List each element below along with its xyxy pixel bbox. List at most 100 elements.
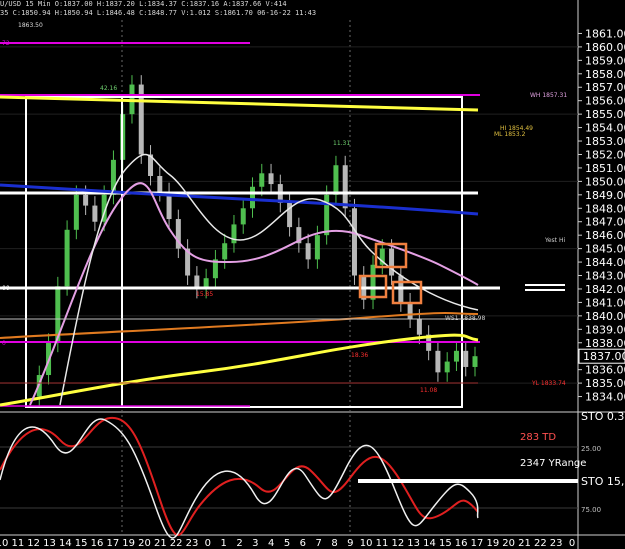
candle-body xyxy=(314,235,320,260)
level-25-label: 25.00 xyxy=(581,445,601,453)
candle-body xyxy=(351,208,357,276)
time-tick-label: 23 xyxy=(550,538,563,549)
candle-body xyxy=(73,194,79,230)
price-tick-label: 1843.00 xyxy=(585,270,625,283)
overlays: 1863.50 42.16 11.31 15.85 18.36 11.08 WS1 1838… xyxy=(0,22,567,408)
candle-body xyxy=(444,361,450,373)
level-75-label: 75.00 xyxy=(581,506,601,514)
sto-top-label: STO 0.3 xyxy=(581,410,624,423)
price-tick-label: 1841.00 xyxy=(585,296,625,309)
price-tick-label: 1846.00 xyxy=(585,229,625,242)
candle-body xyxy=(453,350,459,362)
blue-moving-average xyxy=(0,183,479,216)
candle-body xyxy=(157,176,163,193)
price-tick-label: 1858.00 xyxy=(585,68,625,81)
yrange-label: 2347 YRange xyxy=(520,458,586,469)
price-tick-label: 1850.00 xyxy=(585,175,625,188)
time-axis: 1011121314151617192021222301234567891011… xyxy=(0,538,575,549)
price-tick-label: 1861.00 xyxy=(585,27,625,40)
time-tick-label: 5 xyxy=(284,538,290,549)
time-tick-label: 20 xyxy=(502,538,515,549)
candle-body xyxy=(435,350,441,373)
candle-body xyxy=(240,208,246,225)
time-tick-label: 14 xyxy=(59,538,72,549)
price-tick-label: 1855.00 xyxy=(585,108,625,121)
time-tick-label: 0 xyxy=(569,538,575,549)
time-tick-label: 11 xyxy=(11,538,24,549)
time-tick-label: 22 xyxy=(170,538,183,549)
candle-body xyxy=(463,350,469,367)
price-tick-label: 1857.00 xyxy=(585,81,625,94)
candle-body xyxy=(407,302,413,319)
price-tick-label: 1849.00 xyxy=(585,189,625,202)
label-top-level: 1863.50 xyxy=(18,22,43,29)
time-tick-label: 22 xyxy=(534,538,547,549)
candle-body xyxy=(342,165,348,209)
candle-body xyxy=(268,173,274,185)
label-mid-b: ML 1853.2 xyxy=(494,131,526,138)
price-tick-label: 1840.00 xyxy=(585,310,625,323)
price-tick-label: 1848.00 xyxy=(585,202,625,215)
price-tick-label: 1834.00 xyxy=(585,391,625,404)
price-tick-label: 1836.00 xyxy=(585,364,625,377)
time-tick-label: 15 xyxy=(75,538,88,549)
candle-body xyxy=(83,194,89,206)
label-low-2: 18.36 xyxy=(351,352,368,359)
price-tick-label: 1842.00 xyxy=(585,283,625,296)
price-tick-label: 1847.00 xyxy=(585,216,625,229)
time-tick-label: 13 xyxy=(43,538,56,549)
time-tick-label: 8 xyxy=(331,538,337,549)
candle-body xyxy=(305,243,311,260)
candle-body xyxy=(324,194,330,236)
time-tick-label: 2 xyxy=(236,538,242,549)
time-tick-label: 6 xyxy=(300,538,306,549)
time-tick-label: 17 xyxy=(471,538,484,549)
time-tick-label: 12 xyxy=(27,538,40,549)
time-tick-label: 7 xyxy=(315,538,321,549)
time-tick-label: 19 xyxy=(486,538,499,549)
price-tick-label: 1835.00 xyxy=(585,377,625,390)
left-mark-2: 00 xyxy=(2,285,10,292)
time-tick-label: 1 xyxy=(220,538,226,549)
time-tick-label: 23 xyxy=(186,538,199,549)
label-yest-hi: Yest Hi xyxy=(544,237,565,244)
price-axis: 1861.001860.001859.001858.001857.001856.… xyxy=(578,27,625,404)
candle-body xyxy=(370,264,376,300)
label-ws1: WS1 1838.98 xyxy=(445,315,485,322)
stochastic-signal-line xyxy=(0,416,479,536)
stochastic-panel: 283 TD 2347 YRange STO 15, STO 0.3 25.00 75.0… xyxy=(0,410,624,539)
sto-label: STO 15, xyxy=(581,475,624,488)
price-tick-label: 1854.00 xyxy=(585,122,625,135)
label-peak: 11.31 xyxy=(333,140,350,147)
time-tick-label: 12 xyxy=(391,538,404,549)
price-tick-label: 1839.00 xyxy=(585,323,625,336)
chart-canvas[interactable]: 1863.50 42.16 11.31 15.85 18.36 11.08 WS1 1838… xyxy=(0,0,625,549)
candle-body xyxy=(416,318,422,335)
time-tick-label: 13 xyxy=(407,538,420,549)
candle-body xyxy=(231,224,237,244)
price-tick-label: 1860.00 xyxy=(585,41,625,54)
price-tick-label: 1844.00 xyxy=(585,256,625,269)
time-tick-label: 17 xyxy=(106,538,119,549)
time-tick-label: 0 xyxy=(205,538,211,549)
time-tick-label: 10 xyxy=(360,538,373,549)
label-pink-top: WH 1857.31 xyxy=(530,92,567,99)
candle-body xyxy=(92,205,98,222)
price-tick-label: 1845.00 xyxy=(585,243,625,256)
current-price-label: 1837.00 xyxy=(583,350,625,363)
left-mark-1: 72 xyxy=(2,40,10,47)
label-high: 42.16 xyxy=(100,85,117,92)
candle-body xyxy=(389,248,395,276)
time-tick-label: 16 xyxy=(455,538,468,549)
candle-body xyxy=(64,229,70,287)
price-tick-label: 1859.00 xyxy=(585,54,625,67)
price-tick-label: 1838.00 xyxy=(585,337,625,350)
yellow-trendline xyxy=(0,95,479,112)
label-low-1: 15.85 xyxy=(196,291,213,298)
time-tick-label: 9 xyxy=(347,538,353,549)
time-tick-label: 21 xyxy=(518,538,531,549)
price-tick-label: 1853.00 xyxy=(585,135,625,148)
time-tick-label: 20 xyxy=(138,538,151,549)
time-tick-label: 11 xyxy=(376,538,389,549)
price-tick-label: 1856.00 xyxy=(585,95,625,108)
